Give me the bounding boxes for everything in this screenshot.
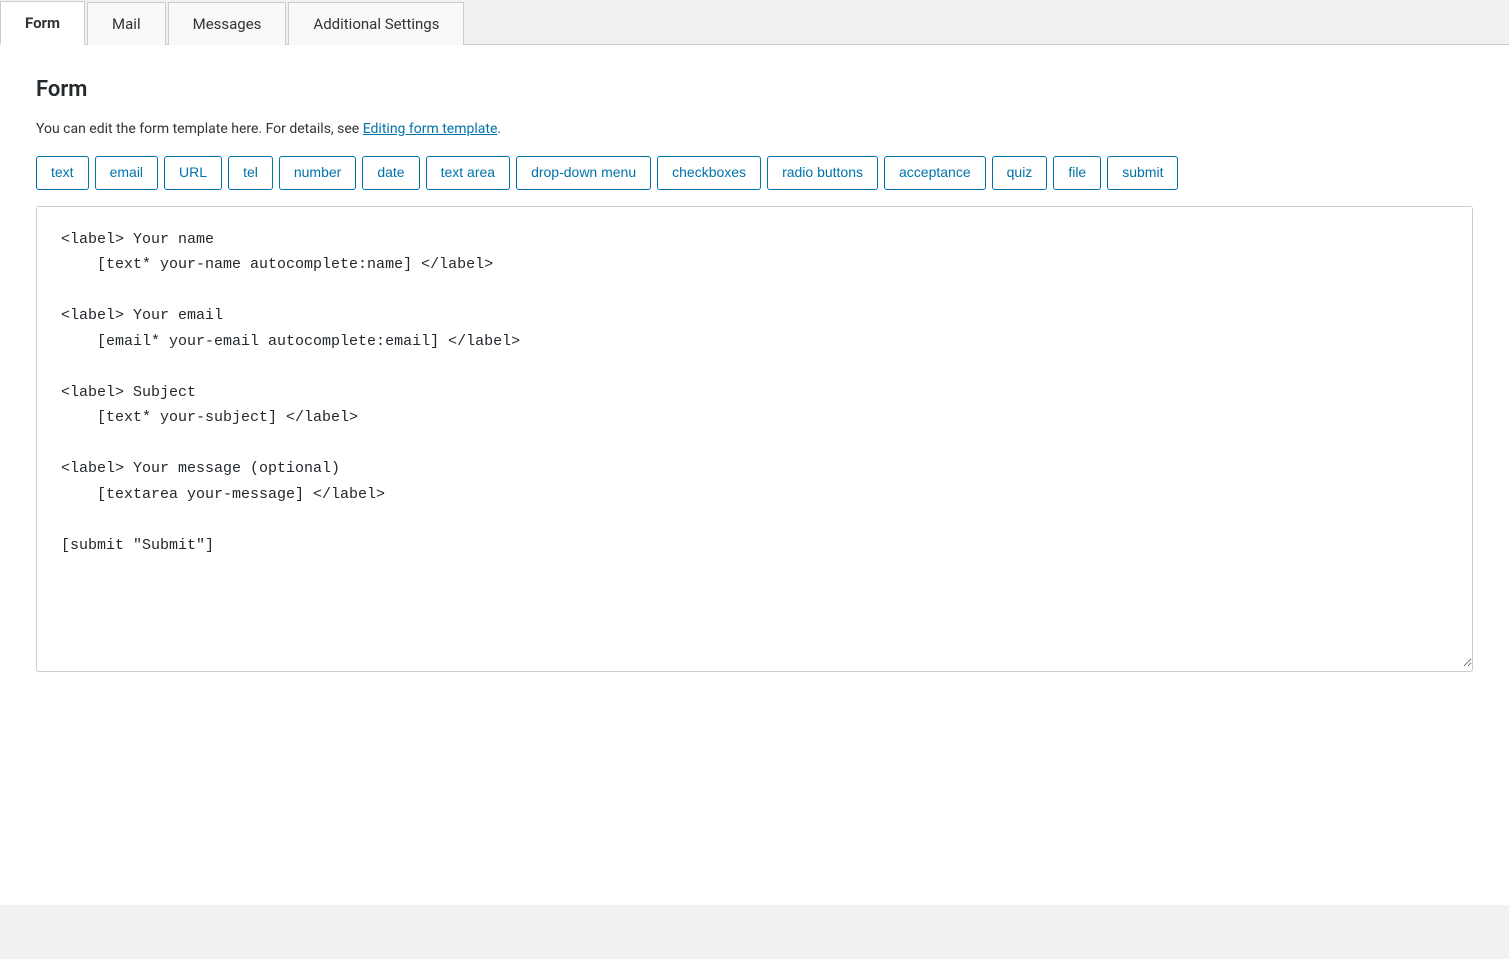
tag-btn-textarea[interactable]: text area (426, 156, 510, 190)
form-template-textarea[interactable] (37, 207, 1472, 667)
tag-btn-text[interactable]: text (36, 156, 89, 190)
tab-form[interactable]: Form (0, 1, 85, 45)
tag-btn-checkboxes[interactable]: checkboxes (657, 156, 761, 190)
tag-btn-url[interactable]: URL (164, 156, 222, 190)
description-text-before: You can edit the form template here. For… (36, 121, 363, 137)
tag-buttons-container: text email URL tel number date text area… (36, 156, 1473, 190)
tab-additional-settings[interactable]: Additional Settings (288, 2, 464, 45)
description-text-after: . (497, 121, 501, 137)
tag-btn-submit[interactable]: submit (1107, 156, 1178, 190)
tag-btn-email[interactable]: email (95, 156, 158, 190)
tag-btn-quiz[interactable]: quiz (992, 156, 1048, 190)
tab-mail[interactable]: Mail (87, 2, 166, 45)
editing-form-template-link[interactable]: Editing form template (363, 121, 498, 137)
tag-btn-acceptance[interactable]: acceptance (884, 156, 986, 190)
description: You can edit the form template here. For… (36, 118, 1473, 140)
tag-btn-radio[interactable]: radio buttons (767, 156, 878, 190)
page-wrapper: Form Mail Messages Additional Settings F… (0, 0, 1509, 959)
tag-btn-number[interactable]: number (279, 156, 356, 190)
tag-btn-file[interactable]: file (1053, 156, 1101, 190)
page-title: Form (36, 77, 1473, 102)
tab-messages[interactable]: Messages (168, 2, 287, 45)
tabs-bar: Form Mail Messages Additional Settings (0, 0, 1509, 45)
tag-btn-tel[interactable]: tel (228, 156, 273, 190)
tag-btn-date[interactable]: date (362, 156, 419, 190)
form-editor (36, 206, 1473, 672)
content-area: Form You can edit the form template here… (0, 45, 1509, 905)
tag-btn-dropdown[interactable]: drop-down menu (516, 156, 651, 190)
